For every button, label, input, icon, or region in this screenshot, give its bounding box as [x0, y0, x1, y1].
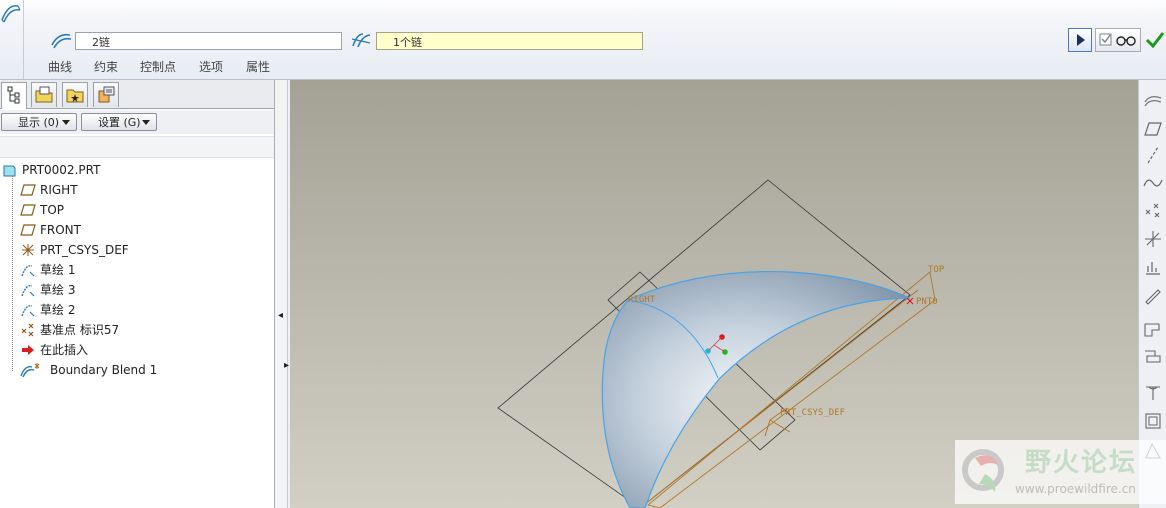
show-dropdown-button[interactable]: 显示 (0)	[1, 113, 77, 131]
tab-control-points[interactable]: 控制点	[140, 58, 176, 75]
expand-right-icon[interactable]: ▸	[284, 360, 289, 371]
tree-item-label: 在此插入	[40, 343, 89, 357]
navigator-tabs	[0, 80, 274, 109]
datum-plane-icon	[20, 224, 36, 236]
resume-button[interactable]	[1068, 28, 1092, 52]
chevron-down-icon	[142, 120, 150, 125]
folder-browser-icon	[35, 86, 53, 103]
watermark-title: 野火论坛	[1025, 448, 1138, 478]
settings-dropdown-label: 设置 (G)	[98, 116, 141, 129]
tree-item-label: PRT0002.PRT	[22, 163, 101, 177]
datum-axis-tool-icon[interactable]	[1142, 144, 1164, 166]
tab-constraints[interactable]: 约束	[94, 58, 118, 75]
part-icon	[3, 165, 16, 177]
watermark-logo-icon	[962, 449, 1004, 492]
tree-item-label: Boundary Blend 1	[50, 363, 158, 377]
tree-connector-line	[12, 175, 13, 371]
tab-properties[interactable]: 属性	[246, 58, 270, 75]
panel-splitter[interactable]: ◂ ▸	[275, 80, 289, 508]
forum-watermark: 野火论坛 www.proewildfire.cn	[955, 440, 1166, 504]
boundary-blend-tool-icon[interactable]	[1142, 88, 1164, 110]
tree-item-label: PRT_CSYS_DEF	[40, 243, 129, 257]
watermark-url: www.proewildfire.cn	[1015, 482, 1136, 496]
collapse-left-icon[interactable]: ◂	[278, 310, 283, 321]
show-dropdown-label: 显示 (0)	[18, 116, 60, 129]
connections-tab[interactable]	[93, 82, 119, 107]
sketch-icon	[21, 305, 35, 317]
settings-dropdown-button[interactable]: 设置 (G)	[81, 113, 157, 131]
feature-dashboard: 2链 1个链 曲线 约束 控制点 选项 属性	[0, 0, 1166, 80]
verify-preview-icon	[1099, 33, 1136, 46]
checkmark-icon[interactable]	[1145, 30, 1165, 50]
connections-icon	[98, 86, 115, 103]
sketch-icon	[21, 285, 35, 297]
csys-tool-icon[interactable]	[1142, 228, 1164, 250]
folder-browser-tab[interactable]	[31, 82, 57, 107]
boundary-blend-feature-icon	[1, 5, 21, 23]
chevron-down-icon	[62, 120, 70, 125]
curves-collector-icon[interactable]	[50, 31, 72, 49]
second-direction-collector-text: 1个链	[393, 36, 422, 49]
navigator-header-strip	[0, 136, 274, 158]
csys-icon	[22, 244, 34, 256]
tree-item-label: 草绘 3	[40, 283, 76, 297]
tab-curves[interactable]: 曲线	[48, 58, 72, 75]
model-tree-icon	[7, 86, 20, 104]
datum-plane-icon	[20, 204, 36, 216]
second-direction-collector[interactable]: 1个链	[376, 32, 643, 50]
extrude-tool-icon[interactable]	[1142, 318, 1164, 340]
insert-here-arrow-icon	[22, 345, 34, 355]
first-direction-collector-text: 2链	[92, 36, 110, 49]
tree-item-label: 基准点 标识57	[40, 323, 120, 337]
tree-item-label: TOP	[40, 203, 65, 217]
model-tree-tab[interactable]	[1, 82, 27, 109]
tree-item-label: FRONT	[40, 223, 81, 237]
round-tool-icon[interactable]	[1142, 382, 1164, 404]
datum-plane-tool-icon[interactable]	[1142, 118, 1164, 140]
tree-item-label: 草绘 1	[40, 263, 76, 277]
play-resume-icon	[1077, 34, 1085, 46]
first-direction-collector[interactable]: 2链	[75, 32, 342, 50]
label-csys: PRT_CSYS_DEF	[780, 408, 845, 418]
label-top: TOP	[928, 265, 945, 275]
favorites-tab[interactable]	[62, 82, 88, 107]
sketch-tool-icon[interactable]	[1142, 284, 1164, 306]
label-pnt0: PNT0	[916, 297, 938, 307]
sketch-icon	[21, 265, 35, 277]
verify-preview-button[interactable]	[1095, 28, 1141, 52]
navigator-toolbar: 显示 (0) 设置 (G)	[0, 110, 274, 134]
tree-item-label: RIGHT	[40, 183, 78, 197]
datum-curve-tool-icon[interactable]	[1142, 172, 1164, 194]
tab-options[interactable]: 选项	[199, 58, 223, 75]
cross-curves-collector-icon[interactable]	[350, 31, 372, 49]
label-right: RIGHT	[628, 295, 656, 305]
revolve-tool-icon[interactable]	[1142, 346, 1164, 368]
dashboard-separator	[23, 0, 24, 79]
shell-tool-icon[interactable]	[1142, 410, 1164, 432]
analysis-tool-icon[interactable]	[1142, 256, 1164, 278]
datum-point-icon	[21, 323, 34, 337]
navigator-panel: 显示 (0) 设置 (G) PRT0002.PRT RIGHT TOP FRON…	[0, 80, 275, 508]
favorites-icon	[66, 89, 84, 103]
boundary-blend-icon	[20, 363, 40, 377]
datum-plane-icon	[20, 184, 36, 196]
datum-point-tool-icon[interactable]	[1142, 200, 1164, 222]
tree-item-label: 草绘 2	[40, 303, 76, 317]
